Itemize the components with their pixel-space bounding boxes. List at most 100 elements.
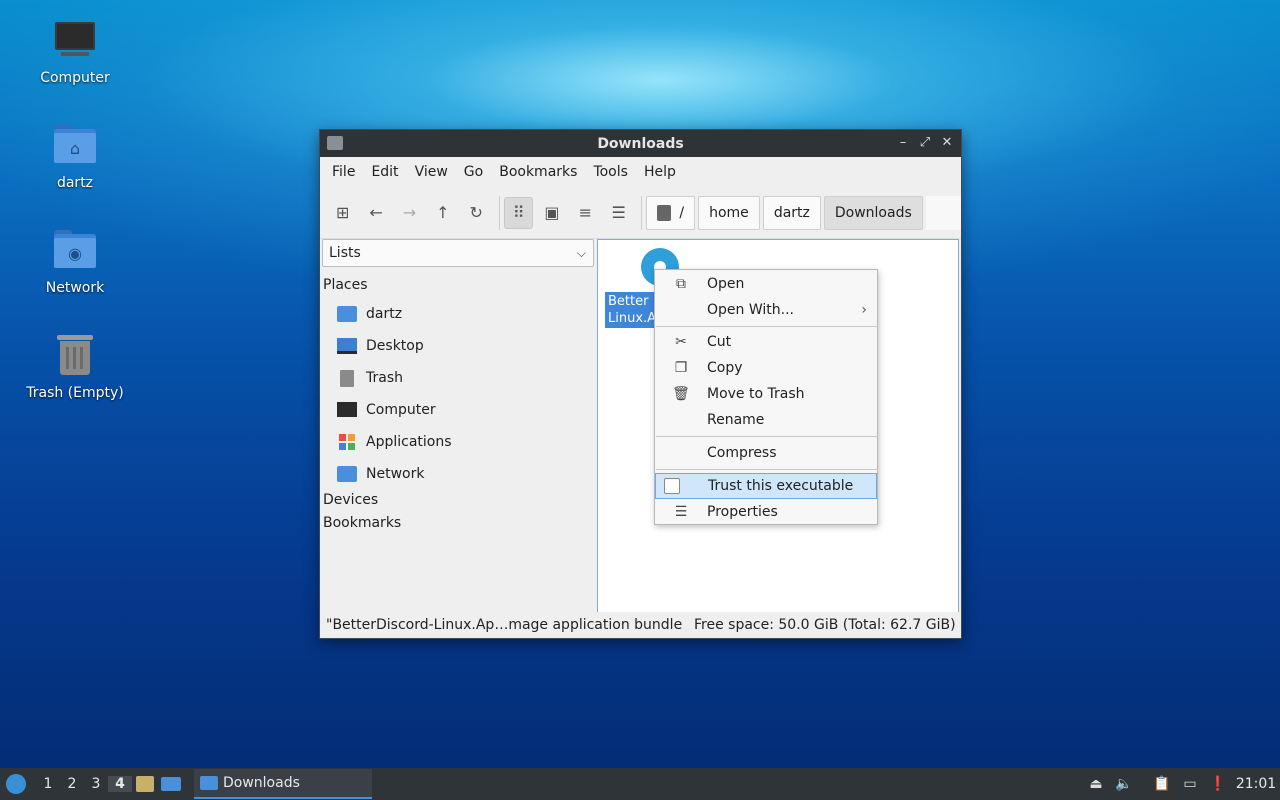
- eject-icon[interactable]: ⏏: [1082, 770, 1110, 798]
- context-label: Properties: [707, 504, 778, 520]
- context-properties[interactable]: ☰ Properties: [655, 499, 877, 525]
- detail-view-icon[interactable]: ☰: [604, 197, 633, 229]
- side-panel-mode-select[interactable]: Lists ⌵: [322, 239, 594, 267]
- thumbnail-view-icon[interactable]: ▣: [537, 197, 566, 229]
- icon-view-icon[interactable]: ⠿: [503, 196, 534, 229]
- copy-icon: ❐: [674, 360, 688, 376]
- desktop-icon-home[interactable]: ⌂ dartz: [20, 117, 130, 213]
- home-folder-icon: ⌂: [53, 123, 97, 167]
- computer-icon: [53, 18, 97, 62]
- sidebar-item-desktop[interactable]: Desktop: [337, 334, 424, 358]
- task-label: Downloads: [223, 775, 300, 791]
- context-open-with[interactable]: Open With... ›: [655, 297, 877, 323]
- places-header[interactable]: Places: [323, 277, 368, 293]
- side-panel: Lists ⌵ Places dartz Desktop Trash Compu…: [320, 239, 596, 613]
- computer-icon: [337, 401, 357, 419]
- bookmarks-header[interactable]: Bookmarks: [323, 515, 401, 531]
- home-folder-icon: [337, 305, 357, 323]
- context-trust-executable[interactable]: Trust this executable: [655, 473, 877, 499]
- sidebar-item-network[interactable]: Network: [337, 462, 424, 486]
- clock[interactable]: 21:01: [1232, 776, 1280, 792]
- task-button-downloads[interactable]: Downloads: [194, 769, 372, 799]
- menu-go[interactable]: Go: [456, 157, 491, 187]
- trash-icon: [53, 333, 97, 377]
- workspace-4[interactable]: 4: [108, 776, 132, 792]
- file-name-label[interactable]: Better Linux.A: [605, 292, 657, 328]
- path-crumb-dartz[interactable]: dartz: [762, 195, 821, 230]
- up-arrow-icon[interactable]: ↑: [428, 197, 457, 229]
- trash-icon: [337, 369, 357, 387]
- close-button[interactable]: ✕: [939, 134, 955, 152]
- scissors-icon: ✂: [675, 334, 687, 350]
- toolbar-separator: [498, 195, 500, 230]
- volume-icon[interactable]: 🔈: [1110, 770, 1138, 798]
- chevron-right-icon: ›: [861, 302, 867, 318]
- sidebar-item-computer[interactable]: Computer: [337, 398, 436, 422]
- sidebar-item-label: Computer: [366, 402, 436, 418]
- sidebar-item-label: dartz: [366, 306, 403, 322]
- back-arrow-icon[interactable]: ←: [361, 197, 390, 229]
- titlebar[interactable]: Downloads – ⤢ ✕: [320, 130, 961, 157]
- system-tray: ⏏ 🔈 📋 ▭ ❗ 21:01: [1082, 768, 1280, 800]
- path-crumb-home[interactable]: home: [698, 195, 760, 230]
- file-manager-launcher-icon[interactable]: [132, 771, 158, 797]
- menu-view[interactable]: View: [407, 157, 456, 187]
- context-label: Compress: [707, 445, 777, 461]
- workspace-3[interactable]: 3: [84, 776, 108, 792]
- sidebar-item-dartz[interactable]: dartz: [337, 302, 402, 326]
- menu-file[interactable]: File: [324, 157, 363, 187]
- lubuntu-logo-icon: [6, 774, 26, 794]
- sidebar-item-trash[interactable]: Trash: [337, 366, 403, 390]
- network-folder-icon: ◉: [53, 228, 97, 272]
- toolbar: ⊞ ← → ↑ ↻ ⠿ ▣ ≡ ☰ / home dartz Downloads: [320, 187, 962, 239]
- context-compress[interactable]: Compress: [655, 440, 877, 466]
- maximize-button[interactable]: ⤢: [917, 134, 933, 152]
- crumb-label: /: [679, 204, 685, 221]
- workspace-2[interactable]: 2: [60, 776, 84, 792]
- show-desktop-icon[interactable]: [158, 771, 184, 797]
- context-label: Open With...: [707, 302, 794, 318]
- context-rename[interactable]: Rename: [655, 407, 877, 433]
- desktop-icon-trash[interactable]: Trash (Empty): [20, 327, 130, 423]
- devices-header[interactable]: Devices: [323, 492, 378, 508]
- desktop-icon: [337, 337, 357, 355]
- context-label: Copy: [707, 360, 743, 376]
- folder-icon: [327, 136, 343, 150]
- folder-icon: [200, 776, 218, 790]
- minimize-button[interactable]: –: [895, 134, 911, 152]
- sidebar-item-applications[interactable]: Applications: [337, 430, 452, 454]
- desktop-icon-network[interactable]: ◉ Network: [20, 222, 130, 318]
- context-move-to-trash[interactable]: 🗑 Move to Trash: [655, 381, 877, 407]
- app-menu-button[interactable]: [0, 768, 32, 800]
- clipboard-icon[interactable]: 📋: [1148, 770, 1176, 798]
- menu-edit[interactable]: Edit: [363, 157, 406, 187]
- menu-bookmarks[interactable]: Bookmarks: [491, 157, 585, 187]
- checkbox[interactable]: [664, 478, 680, 494]
- network-icon[interactable]: ▭: [1176, 770, 1204, 798]
- properties-icon: ☰: [674, 504, 688, 520]
- menu-tools[interactable]: Tools: [585, 157, 636, 187]
- menubar: File Edit View Go Bookmarks Tools Help: [320, 157, 961, 187]
- menu-separator: [656, 326, 878, 327]
- workspace-1[interactable]: 1: [36, 776, 60, 792]
- menu-separator: [656, 469, 878, 470]
- sidebar-item-label: Desktop: [366, 338, 424, 354]
- compact-view-icon[interactable]: ≡: [571, 197, 600, 229]
- context-open[interactable]: ⧉ Open: [655, 271, 877, 297]
- update-notifier-icon[interactable]: ❗: [1204, 770, 1232, 798]
- menu-help[interactable]: Help: [636, 157, 684, 187]
- chevron-down-icon: ⌵: [576, 246, 586, 260]
- path-crumb-root[interactable]: /: [646, 195, 696, 230]
- sidebar-item-label: Network: [366, 466, 425, 482]
- context-copy[interactable]: ❐ Copy: [655, 355, 877, 381]
- context-label: Move to Trash: [707, 386, 805, 402]
- desktop-icon-label: Network: [45, 280, 105, 296]
- path-crumb-downloads[interactable]: Downloads: [823, 195, 923, 230]
- applications-icon: [337, 433, 357, 451]
- window-title: Downloads: [597, 135, 684, 152]
- reload-icon[interactable]: ↻: [462, 197, 491, 229]
- desktop-icon-computer[interactable]: Computer: [20, 12, 130, 108]
- forward-arrow-icon[interactable]: →: [395, 197, 424, 229]
- new-tab-icon[interactable]: ⊞: [328, 197, 357, 229]
- context-cut[interactable]: ✂ Cut: [655, 329, 877, 355]
